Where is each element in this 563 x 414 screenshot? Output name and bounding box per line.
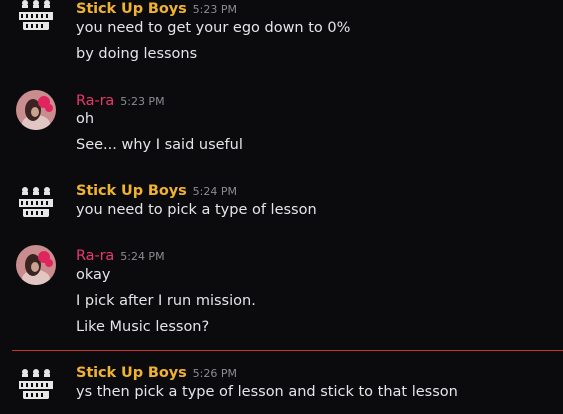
message-header: Stick Up Boys 5:23 PM [76, 0, 237, 17]
message-timestamp[interactable]: 5:26 PM [193, 367, 237, 380]
message-text: ys then pick a type of lesson and stick … [76, 384, 458, 400]
author-name[interactable]: Stick Up Boys [76, 1, 187, 17]
message-timestamp[interactable]: 5:23 PM [120, 95, 164, 108]
chat-message-list: Stick Up Boys 5:23 PM you need to get you… [0, 0, 563, 414]
message-text: you need to pick a type of lesson [76, 202, 317, 218]
avatar-rara[interactable] [16, 90, 56, 130]
message-header: Ra-ra 5:23 PM [76, 90, 165, 109]
message-timestamp[interactable]: 5:24 PM [120, 250, 164, 263]
stick-up-boys-logo-icon [16, 0, 56, 34]
message-header: Ra-ra 5:24 PM [76, 245, 165, 264]
avatar-stick-up-boys[interactable] [16, 0, 56, 34]
avatar-stick-up-boys[interactable] [16, 181, 56, 221]
rara-avatar-image [16, 245, 56, 285]
message-header: Stick Up Boys 5:24 PM [76, 180, 237, 199]
rara-avatar-image [16, 90, 56, 130]
stick-up-boys-logo-icon [16, 363, 56, 403]
author-name[interactable]: Stick Up Boys [76, 365, 187, 381]
author-name[interactable]: Stick Up Boys [76, 183, 187, 199]
author-name[interactable]: Ra-ra [76, 248, 114, 264]
new-messages-divider [12, 350, 563, 351]
message-timestamp[interactable]: 5:24 PM [193, 185, 237, 198]
avatar-rara[interactable] [16, 245, 56, 285]
message-text: oh [76, 111, 95, 127]
message-text: Like Music lesson? [76, 319, 210, 335]
message-timestamp[interactable]: 5:23 PM [193, 3, 237, 16]
message-text: okay [76, 267, 111, 283]
stick-up-boys-logo-icon [16, 181, 56, 221]
message-text: See... why I said useful [76, 137, 243, 153]
avatar-stick-up-boys[interactable] [16, 363, 56, 403]
message-text: by doing lessons [76, 46, 198, 62]
message-header: Stick Up Boys 5:26 PM [76, 362, 237, 381]
message-text: you need to get your ego down to 0% [76, 20, 351, 36]
author-name[interactable]: Ra-ra [76, 93, 114, 109]
message-text: I pick after I run mission. [76, 293, 256, 309]
